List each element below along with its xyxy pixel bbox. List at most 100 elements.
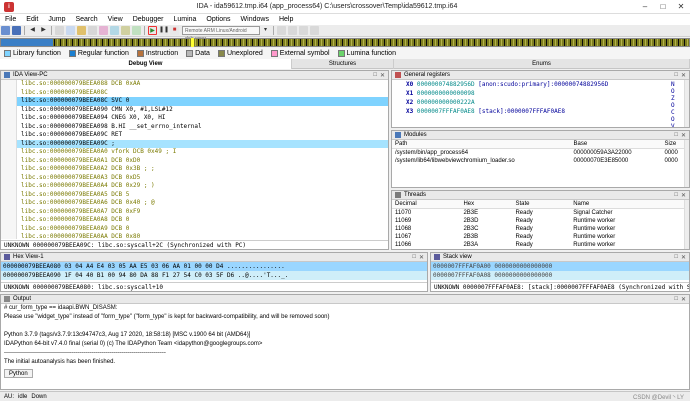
menu-search[interactable]: Search [70,16,102,23]
step-over-icon[interactable] [288,26,297,35]
code-icon[interactable] [77,26,86,35]
menu-help[interactable]: Help [274,16,298,23]
register-row[interactable]: X2 000000000000222A [392,98,689,107]
pause-icon[interactable]: ❚❚ [159,26,169,35]
listing-line-current[interactable]: libc.so:000000079BEEA08C SVC 0 [1,97,388,106]
data-icon[interactable] [88,26,97,35]
menu-windows[interactable]: Windows [236,16,274,23]
restore-icon[interactable]: □ [412,254,416,261]
register-row[interactable]: X1 0000000000000098 [392,89,689,98]
forward-arrow-icon[interactable]: ▶ [39,26,48,35]
close-icon[interactable]: ✕ [681,192,686,199]
listing-line[interactable]: libc.so:000000079BEEA094 CNEG X0, X0, HI [1,114,388,123]
listing-line[interactable]: libc.so:000000079BEEA098 B.HI __set_errn… [1,123,388,132]
enum-icon[interactable] [121,26,130,35]
column-header-state[interactable]: State [512,200,571,209]
close-icon[interactable]: ✕ [419,254,424,261]
menu-options[interactable]: Options [201,16,235,23]
table-row[interactable]: 11066 2B3A Ready Runtime worker [392,241,689,249]
navband-cursor[interactable] [191,38,194,47]
open-icon[interactable] [1,26,10,35]
run-to-cursor-icon[interactable] [310,26,319,35]
close-icon[interactable]: ✕ [681,254,686,261]
python-tab[interactable]: Python [4,369,33,378]
tab-enums[interactable]: Enums [394,59,690,69]
close-icon[interactable]: ✕ [380,72,385,79]
restore-icon[interactable]: □ [674,192,678,199]
close-icon[interactable]: ✕ [681,72,686,79]
listing-line[interactable]: libc.so:000000079BEEA08C [1,89,388,98]
minimize-button[interactable]: – [636,2,654,11]
listing-line[interactable]: libc.so:000000079BEEA0A6 DCB 0x40 ; @ [1,199,388,208]
listing-line[interactable]: libc.so:000000079BEEA088 DCB 0xAA [1,80,388,89]
menu-jump[interactable]: Jump [43,16,70,23]
restore-icon[interactable]: □ [674,254,678,261]
table-row[interactable]: /system/lib64/libwebviewchromium_loader.… [392,157,689,165]
close-icon[interactable]: ✕ [681,132,686,139]
listing-line[interactable]: libc.so:000000079BEEA0A7 DCB 0xF9 [1,208,388,217]
step-into-icon[interactable] [277,26,286,35]
listing-line-pc[interactable]: libc.so:000000079BEEA09C ; [1,139,388,148]
column-header-path[interactable]: Path [392,140,571,149]
register-row[interactable]: X0 000000074882956D [anon:scudo:primary]… [392,80,689,89]
strings-icon[interactable] [99,26,108,35]
stack-row[interactable]: 0000007FFFAF0A08 0000000000000000 [431,271,689,280]
stack-list[interactable]: 0000007FFFAF0A00 0000000000000000 000000… [431,262,689,284]
listing-line[interactable]: libc.so:000000079BEEA0A8 DCB 0 [1,216,388,225]
close-button[interactable]: ✕ [672,2,690,11]
run-icon[interactable]: ▶ [148,26,157,35]
listing-line[interactable]: libc.so:000000079BEEA0A3 DCB 0xD5 [1,174,388,183]
restore-icon[interactable]: □ [674,72,678,79]
threads-scrollbar[interactable] [684,200,689,249]
tab-structures[interactable]: Structures [292,59,394,69]
disassembly-listing[interactable]: libc.so:000000079BEEA088 DCB 0xAA libc.s… [1,80,388,242]
hex-row[interactable]: 000000079BEEA080 03 04 A4 E4 03 05 AA E5… [1,262,427,271]
tab-debug-view[interactable]: Debug View [0,59,292,69]
save-icon[interactable] [12,26,21,35]
hex-dump[interactable]: 000000079BEEA080 03 04 A4 E4 03 05 AA E5… [1,262,427,284]
column-header-base[interactable]: Base [570,140,662,149]
stack-row[interactable]: 0000007FFFAF0A00 0000000000000000 [431,262,689,271]
restore-icon[interactable]: □ [674,296,678,303]
debugger-select[interactable]: Remote ARM Linux/Android debugger [182,26,260,42]
menu-lumina[interactable]: Lumina [168,16,201,23]
restore-icon[interactable]: □ [373,72,377,79]
menu-file[interactable]: File [0,16,21,23]
modules-scrollbar[interactable] [684,140,689,187]
navigation-band[interactable] [0,38,690,47]
restore-icon[interactable]: □ [674,132,678,139]
function-icon[interactable] [55,26,64,35]
listing-line[interactable]: libc.so:000000079BEEA090 CMN X0, #1,LSL#… [1,106,388,115]
listing-line[interactable]: libc.so:000000079BEEA0A0 vfork DCB 0x49 … [1,148,388,157]
hex-row[interactable]: 000000079BEEA090 1F 04 40 B1 00 94 80 DA… [1,271,427,280]
menu-debugger[interactable]: Debugger [128,16,169,23]
listing-line[interactable]: libc.so:000000079BEEA0A2 DCB 0x3B ; ; [1,165,388,174]
dropdown-icon[interactable]: ▾ [261,26,270,35]
registers-scrollbar[interactable] [684,80,689,127]
listing-line[interactable]: libc.so:000000079BEEA0A1 DCB 0xD0 [1,157,388,166]
listing-line[interactable]: libc.so:000000079BEEA0A5 DCB 5 [1,191,388,200]
xref-icon[interactable] [132,26,141,35]
column-header-hex[interactable]: Hex [460,200,513,209]
graph-icon[interactable] [66,26,75,35]
maximize-button[interactable]: □ [654,2,672,11]
listing-line[interactable]: libc.so:000000079BEEA0A9 DCB 0 [1,225,388,234]
table-row[interactable]: 11070 2B3E Ready Signal Catcher [392,209,689,218]
close-icon[interactable]: ✕ [681,296,686,303]
table-row[interactable]: 11067 2B3B Ready Runtime worker [392,233,689,241]
register-row[interactable]: X3 0000007FFFAF0AE8 [stack]:0000007FFFAF… [392,107,689,116]
table-row[interactable]: 11068 2B3C Ready Runtime worker [392,225,689,233]
output-text[interactable]: # cur_form_type == idaapi.BWN_DISASM: Pl… [1,304,689,367]
menu-view[interactable]: View [103,16,128,23]
column-header-name[interactable]: Name [570,200,689,209]
struct-icon[interactable] [110,26,119,35]
column-header-decimal[interactable]: Decimal [392,200,461,209]
back-arrow-icon[interactable]: ◀ [28,26,37,35]
table-row[interactable]: /system/bin/app_process64 000000059A3A22… [392,149,689,158]
listing-line[interactable]: libc.so:000000079BEEA0A4 DCB 0x29 ; ) [1,182,388,191]
menu-edit[interactable]: Edit [21,16,43,23]
step-out-icon[interactable] [299,26,308,35]
table-row[interactable]: 11069 2B3D Ready Runtime worker [392,217,689,225]
stop-icon[interactable]: ■ [170,26,179,35]
listing-line[interactable]: libc.so:000000079BEEA09C RET [1,131,388,140]
